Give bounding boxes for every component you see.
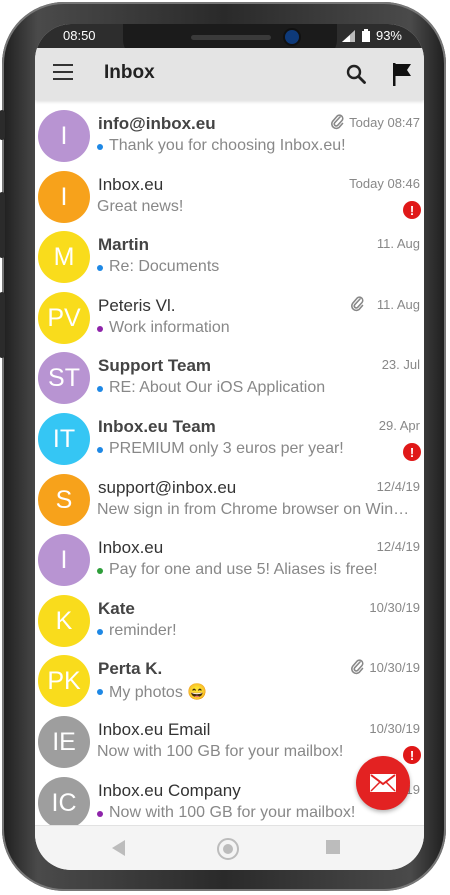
avatar: IE <box>38 716 90 768</box>
volume-up-button <box>0 192 5 258</box>
avatar: PV <box>38 292 90 344</box>
message-date: 11. Aug <box>376 297 420 312</box>
important-icon: ! <box>403 746 421 764</box>
search-icon[interactable] <box>346 64 366 84</box>
unread-dot <box>97 689 103 695</box>
important-icon: ! <box>403 443 421 461</box>
sender-name: Perta K. <box>98 659 163 678</box>
compose-button[interactable] <box>356 756 410 810</box>
battery-percent: 93% <box>375 28 402 43</box>
status-right: 93% <box>341 28 402 43</box>
message-preview: Great news! <box>97 198 184 215</box>
sender-name: support@inbox.eu <box>98 478 237 497</box>
avatar: I <box>38 110 90 162</box>
message-date: Today 08:46 <box>349 176 420 191</box>
avatar: IC <box>38 777 90 825</box>
unread-dot <box>97 265 103 271</box>
message-row[interactable]: K Kate 10/30/19 reminder! <box>35 586 424 647</box>
sender-name: Inbox.eu <box>98 175 164 194</box>
message-date: 10/30/19 <box>369 660 420 675</box>
unread-dot <box>97 811 103 817</box>
menu-icon[interactable] <box>53 64 73 82</box>
message-row[interactable]: ST Support Team 23. Jul RE: About Our iOS A… <box>35 343 424 404</box>
message-preview: Now with 100 GB for your mailbox! <box>97 743 344 760</box>
attachment-icon <box>331 114 344 130</box>
front-camera <box>285 30 299 44</box>
recent-apps-icon[interactable] <box>326 840 340 854</box>
sender-name: Kate <box>98 599 135 618</box>
message-date: 29. Apr <box>378 418 420 433</box>
unread-dot <box>97 144 103 150</box>
battery-icon <box>361 29 370 42</box>
message-row[interactable]: I Inbox.eu 12/4/19 Pay for one and use 5! A… <box>35 525 424 586</box>
sender-name: Support Team <box>98 356 212 375</box>
message-row[interactable]: M Martin 11. Aug Re: Documents <box>35 222 424 283</box>
message-preview: Now with 100 GB for your mailbox! <box>109 804 356 821</box>
speaker-grille <box>191 35 271 40</box>
message-preview: My photos 😄 <box>109 684 208 701</box>
unread-dot <box>97 386 103 392</box>
home-icon[interactable] <box>217 838 239 860</box>
unread-dot <box>97 326 103 332</box>
message-preview: reminder! <box>109 622 177 639</box>
message-preview: Pay for one and use 5! Aliases is free! <box>109 561 378 578</box>
app-bar: Inbox <box>35 48 424 100</box>
attachment-icon <box>351 659 364 675</box>
system-nav-bar <box>35 825 424 870</box>
message-date: Today 08:47 <box>349 115 420 130</box>
mute-switch <box>0 110 5 140</box>
avatar: K <box>38 595 90 647</box>
message-row[interactable]: IT Inbox.eu Team 29. Apr PREMIUM only 3 eur… <box>35 404 424 465</box>
unread-dot <box>97 447 103 453</box>
flag-icon[interactable] <box>391 62 413 86</box>
sender-name: Peteris Vl. <box>98 296 176 315</box>
message-row[interactable]: I Inbox.eu Today 08:46 Great news!! <box>35 162 424 223</box>
message-preview: Work information <box>109 319 230 336</box>
message-preview: RE: About Our iOS Application <box>109 379 326 396</box>
signal-icon <box>341 29 355 42</box>
sender-name: info@inbox.eu <box>98 114 216 133</box>
message-date: 10/30/19 <box>369 721 420 736</box>
envelope-icon <box>370 774 396 792</box>
avatar: I <box>38 534 90 586</box>
avatar: S <box>38 474 90 526</box>
sender-name: Inbox.eu Email <box>98 720 211 739</box>
unread-dot <box>97 629 103 635</box>
message-date: 23. Jul <box>381 357 420 372</box>
phone-frame: 08:50 93% Inbox Iinfo@inbox.eu Today 08:4… <box>0 2 446 891</box>
sender-name: Martin <box>98 235 149 254</box>
unread-dot <box>97 568 103 574</box>
message-list[interactable]: Iinfo@inbox.eu Today 08:47 Thank you for c… <box>35 101 424 825</box>
message-preview: Re: Documents <box>109 258 220 275</box>
avatar: ST <box>38 352 90 404</box>
message-row[interactable]: Iinfo@inbox.eu Today 08:47 Thank you for c… <box>35 101 424 162</box>
message-preview: New sign in from Chrome browser on Wind.… <box>97 501 415 518</box>
message-row[interactable]: Ssupport@inbox.eu 12/4/19 New sign in from… <box>35 465 424 526</box>
status-time: 08:50 <box>63 28 96 43</box>
message-preview: PREMIUM only 3 euros per year! <box>109 440 344 457</box>
sender-name: Inbox.eu Team <box>98 417 216 436</box>
sender-name: Inbox.eu <box>98 538 164 557</box>
avatar: M <box>38 231 90 283</box>
back-icon[interactable] <box>112 840 126 856</box>
message-date: 11. Aug <box>376 236 420 251</box>
avatar: I <box>38 171 90 223</box>
message-row[interactable]: IE Inbox.eu Email 10/30/19 Now with 100 GB … <box>35 707 424 768</box>
avatar: IT <box>38 413 90 465</box>
message-row[interactable]: PK Perta K. 10/30/19 My photos 😄 <box>35 646 424 707</box>
message-date: 10/30/19 <box>369 600 420 615</box>
message-preview: Thank you for choosing Inbox.eu! <box>109 137 346 154</box>
avatar: PK <box>38 655 90 707</box>
important-icon: ! <box>403 201 421 219</box>
attachment-icon <box>351 296 364 312</box>
screen: 08:50 93% Inbox Iinfo@inbox.eu Today 08:4… <box>35 24 424 870</box>
sender-name: Inbox.eu Company <box>98 781 241 800</box>
message-row[interactable]: PV Peteris Vl. 11. Aug Work information <box>35 283 424 344</box>
volume-down-button <box>0 292 5 358</box>
message-date: 12/4/19 <box>376 479 420 494</box>
message-date: 12/4/19 <box>376 539 420 554</box>
page-title: Inbox <box>104 62 155 83</box>
